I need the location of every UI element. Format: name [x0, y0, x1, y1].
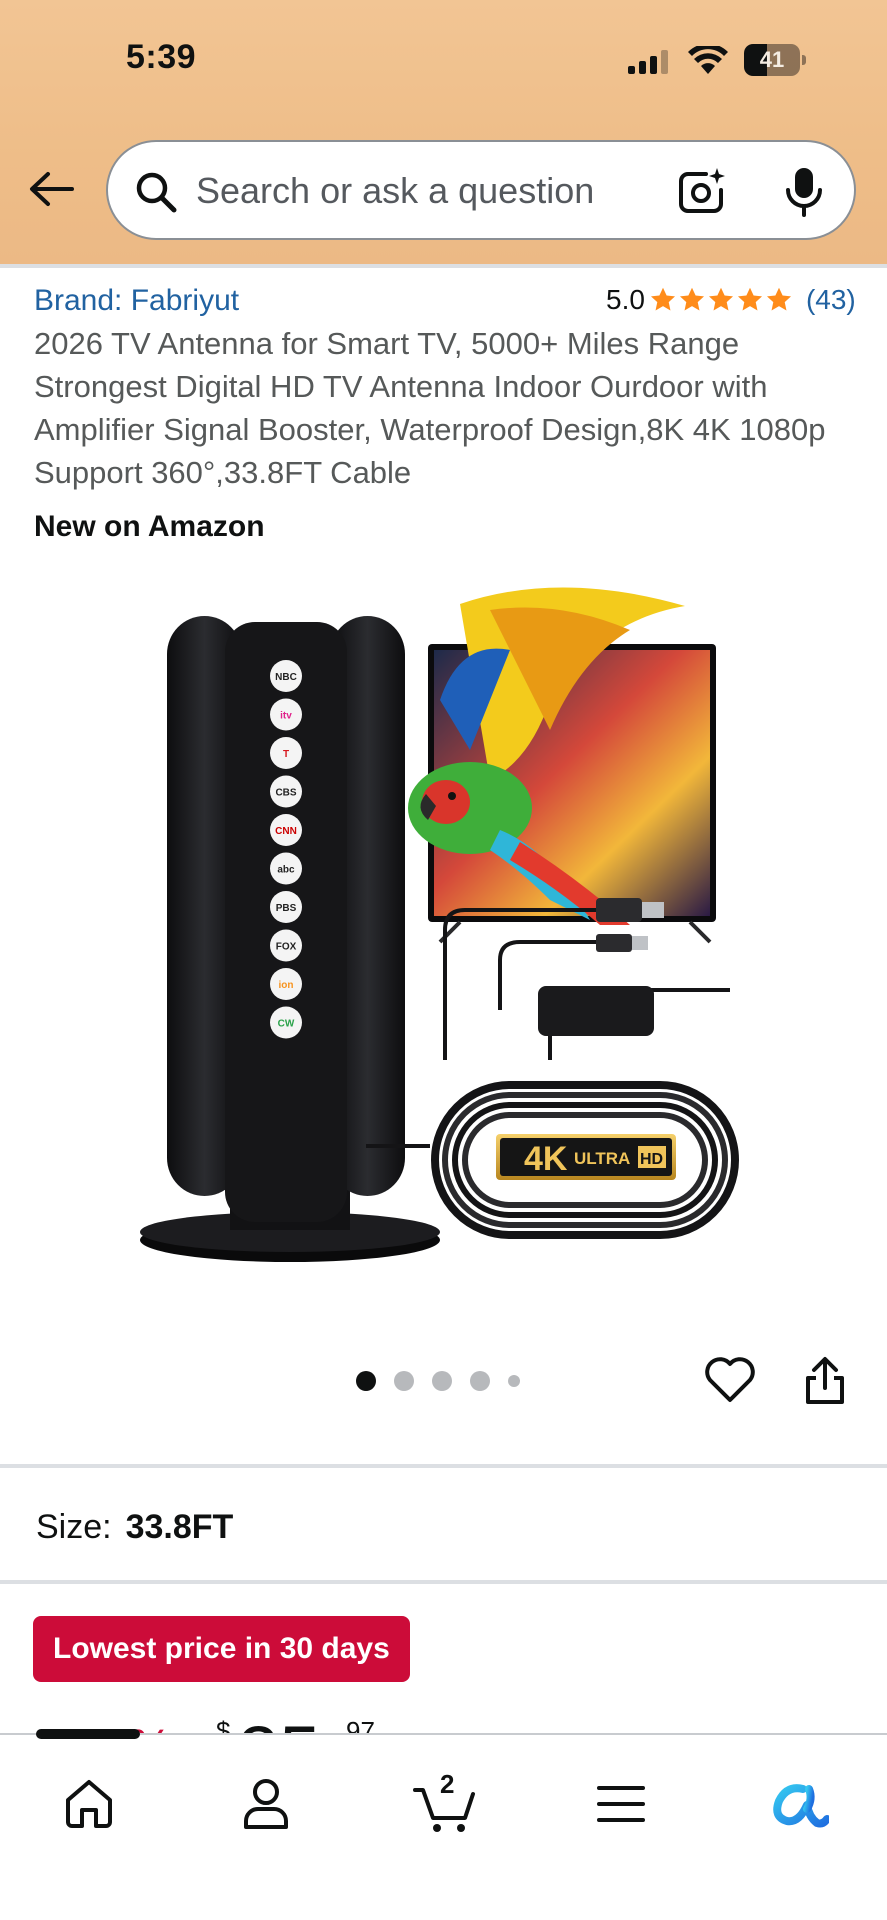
star-icon — [650, 287, 675, 311]
lowest-price-badge: Lowest price in 30 days — [33, 1616, 410, 1682]
size-label: Size: — [36, 1508, 112, 1546]
rating-value: 5.0 — [606, 284, 645, 315]
header-divider — [0, 264, 887, 268]
nav-rufus-assistant[interactable] — [764, 1769, 834, 1839]
nav-cart[interactable]: 2 — [410, 1769, 480, 1839]
star-icon — [737, 287, 762, 311]
battery-indicator: 41 — [744, 44, 806, 76]
hamburger-menu-icon — [597, 1786, 645, 1822]
search-bar[interactable] — [106, 140, 856, 240]
cellular-signal-icon — [628, 50, 668, 74]
channel-logo-nbc: NBC — [270, 660, 302, 692]
brand-link[interactable]: Brand: Fabriyut — [34, 284, 239, 318]
new-on-amazon-label: New on Amazon — [34, 510, 265, 543]
channel-logo-label: PBS — [276, 903, 297, 914]
4k-ultra-hd-badge: 4K ULTRA HD — [496, 1134, 676, 1180]
star-rating — [649, 286, 794, 314]
size-value: 33.8FT — [125, 1508, 234, 1546]
rating-summary[interactable]: 5.0 (43) — [606, 282, 856, 318]
star-icon — [708, 287, 733, 311]
channel-logo-cnn: CNN — [270, 814, 302, 846]
user-icon — [244, 1779, 288, 1829]
4k-label: 4K — [524, 1140, 568, 1178]
image-pager-dots[interactable] — [356, 1370, 538, 1392]
section-divider — [0, 1464, 887, 1468]
channel-logo-itv: itv — [270, 698, 302, 731]
channel-logo-pbs: PBS — [270, 891, 302, 923]
nav-account[interactable] — [231, 1769, 301, 1839]
channel-logo-ion: ion — [270, 968, 302, 1000]
product-image[interactable]: NBC itv T CBS CNN abc PBS FOX ion CW 4K ULTRA HD — [130, 580, 770, 1280]
nav-menu[interactable] — [586, 1769, 656, 1839]
channel-logo-label: FOX — [276, 942, 297, 953]
wifi-icon — [688, 46, 728, 74]
microphone-icon[interactable] — [784, 166, 824, 218]
nav-home[interactable] — [54, 1769, 124, 1839]
back-arrow-icon[interactable] — [26, 164, 76, 214]
camera-lens-icon[interactable] — [676, 166, 728, 218]
product-title: 2026 TV Antenna for Smart TV, 5000+ Mile… — [34, 326, 826, 490]
channel-logo-label: CW — [278, 1019, 295, 1030]
ai-assistant-icon — [773, 1784, 829, 1828]
coax-plug — [596, 934, 632, 952]
channel-logo-label: abc — [277, 865, 295, 876]
battery-nub — [802, 55, 806, 65]
share-icon[interactable] — [800, 1356, 850, 1406]
heart-icon[interactable] — [704, 1356, 756, 1404]
channel-logo-label: itv — [280, 711, 292, 722]
star-icon — [766, 287, 791, 311]
channel-logo-label: ion — [279, 980, 294, 991]
channel-logo-label: NBC — [275, 672, 297, 683]
review-count[interactable]: (43) — [806, 284, 856, 316]
active-tab-indicator — [36, 1729, 140, 1739]
star-icon — [679, 287, 704, 311]
channel-logo-t: T — [270, 737, 302, 769]
pager-dot[interactable] — [470, 1371, 490, 1391]
channel-logo-cbs: CBS — [270, 775, 302, 808]
app-header: 5:39 41 — [0, 0, 887, 264]
search-input[interactable] — [196, 164, 636, 218]
hd-label: HD — [640, 1151, 663, 1168]
cart-count-badge: 2 — [440, 1769, 455, 1799]
channel-logo-label: T — [283, 749, 289, 760]
channel-logo-fox: FOX — [270, 929, 302, 962]
ultra-label: ULTRA — [574, 1149, 630, 1168]
channel-logo-cw: CW — [270, 1006, 302, 1039]
channel-logo-label: CNN — [275, 826, 297, 837]
bottom-navigation: 2 — [0, 1729, 887, 1920]
section-divider — [0, 1580, 887, 1584]
home-icon — [66, 1780, 112, 1828]
pager-dot[interactable] — [394, 1371, 414, 1391]
size-selector[interactable]: Size: 33.8FT — [36, 1508, 233, 1547]
signal-amplifier — [538, 986, 654, 1036]
usb-plug — [596, 898, 642, 922]
pager-dot[interactable] — [508, 1375, 520, 1387]
pager-dot[interactable] — [432, 1371, 452, 1391]
search-icon — [136, 172, 177, 213]
channel-logo-abc: abc — [270, 852, 302, 885]
channel-logo-label: CBS — [275, 788, 296, 799]
pager-dot[interactable] — [356, 1371, 376, 1391]
battery-label: 41 — [759, 47, 785, 72]
status-time: 5:39 — [126, 38, 197, 76]
